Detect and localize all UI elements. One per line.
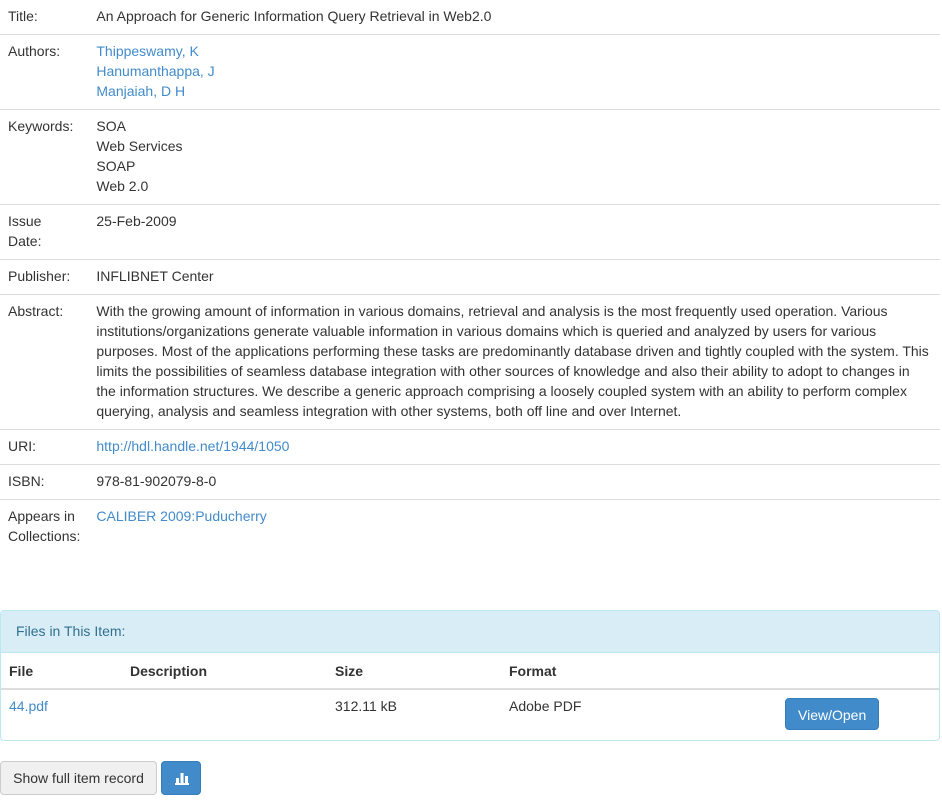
- view-open-button[interactable]: View/Open: [785, 698, 879, 730]
- collections-label: Appears in Collections:: [0, 499, 89, 554]
- keyword: SOAP: [96, 158, 136, 174]
- abstract-label: Abstract:: [0, 294, 89, 430]
- keyword: Web Services: [96, 138, 183, 154]
- item-metadata-table: Title: An Approach for Generic Informati…: [0, 0, 940, 554]
- file-cell: 44.pdf: [1, 689, 122, 739]
- metadata-row-issue-date: Issue Date: 25-Feb-2009: [0, 204, 940, 260]
- collections-cell: CALIBER 2009:Puducherry: [88, 499, 940, 554]
- show-full-item-record-button[interactable]: Show full item record: [0, 761, 157, 795]
- collections-label-line1: Appears in: [8, 508, 75, 524]
- keyword: SOA: [96, 118, 126, 134]
- keywords-label: Keywords:: [0, 109, 89, 205]
- keywords-list: SOA Web Services SOAP Web 2.0: [88, 109, 940, 205]
- title-label: Title:: [8, 8, 38, 24]
- publisher-value: INFLIBNET Center: [88, 259, 940, 295]
- format-cell: Adobe PDF: [509, 698, 582, 714]
- bar-chart-icon: [175, 773, 189, 785]
- metadata-row-keywords: Keywords: SOA Web Services SOAP Web 2.0: [0, 109, 940, 205]
- size-column-header: Size: [327, 653, 501, 690]
- issue-date-label: Issue Date:: [0, 204, 89, 260]
- metadata-row-publisher: Publisher: INFLIBNET Center: [0, 259, 940, 295]
- authors-label: Authors:: [0, 34, 89, 110]
- files-table: File Description Size Format 44.pdf 312.…: [1, 653, 939, 739]
- action-cell: View/Open: [762, 689, 939, 739]
- issue-date-label-line1: Issue: [8, 213, 42, 229]
- statistics-button[interactable]: [161, 761, 201, 795]
- collections-label-line2: Collections:: [8, 528, 81, 544]
- metadata-row-collections: Appears in Collections: CALIBER 2009:Pud…: [0, 499, 940, 554]
- description-cell: [122, 689, 327, 739]
- uri-cell: http://hdl.handle.net/1944/1050: [88, 429, 940, 465]
- issue-date-value: 25-Feb-2009: [88, 204, 940, 260]
- title-value: An Approach for Generic Information Quer…: [96, 8, 492, 24]
- uri-link[interactable]: http://hdl.handle.net/1944/1050: [96, 438, 289, 454]
- author-link[interactable]: Thippeswamy, K: [96, 41, 930, 61]
- format-column-header: Format: [501, 653, 762, 690]
- abstract-text: With the growing amount of information i…: [88, 294, 940, 430]
- isbn-label: ISBN:: [0, 464, 89, 500]
- action-column-header: [762, 653, 939, 690]
- uri-label: URI:: [0, 429, 89, 465]
- author-link[interactable]: Manjaiah, D H: [96, 81, 930, 101]
- metadata-row-abstract: Abstract: With the growing amount of inf…: [0, 294, 940, 430]
- authors-list: Thippeswamy, K Hanumanthappa, J Manjaiah…: [88, 34, 940, 110]
- file-link[interactable]: 44.pdf: [9, 698, 48, 714]
- publisher-label: Publisher:: [0, 259, 89, 295]
- size-cell: 312.11 kB: [335, 698, 398, 714]
- isbn-value: 978-81-902079-8-0: [88, 464, 940, 500]
- author-link[interactable]: Hanumanthappa, J: [96, 61, 930, 81]
- issue-date-label-line2: Date:: [8, 233, 42, 249]
- files-panel-heading: Files in This Item:: [1, 611, 939, 653]
- collection-link[interactable]: CALIBER 2009:Puducherry: [96, 508, 266, 524]
- metadata-row-isbn: ISBN: 978-81-902079-8-0: [0, 464, 940, 500]
- files-table-header: File Description Size Format: [1, 653, 939, 690]
- keyword: Web 2.0: [96, 178, 149, 194]
- metadata-row-title: Title: An Approach for Generic Informati…: [0, 0, 940, 35]
- metadata-row-authors: Authors: Thippeswamy, K Hanumanthappa, J…: [0, 34, 940, 110]
- metadata-row-uri: URI: http://hdl.handle.net/1944/1050: [0, 429, 940, 465]
- table-row: 44.pdf 312.11 kB Adobe PDF View/Open: [1, 689, 939, 739]
- file-column-header: File: [1, 653, 122, 690]
- description-column-header: Description: [122, 653, 327, 690]
- files-panel: Files in This Item: File Description Siz…: [0, 610, 940, 741]
